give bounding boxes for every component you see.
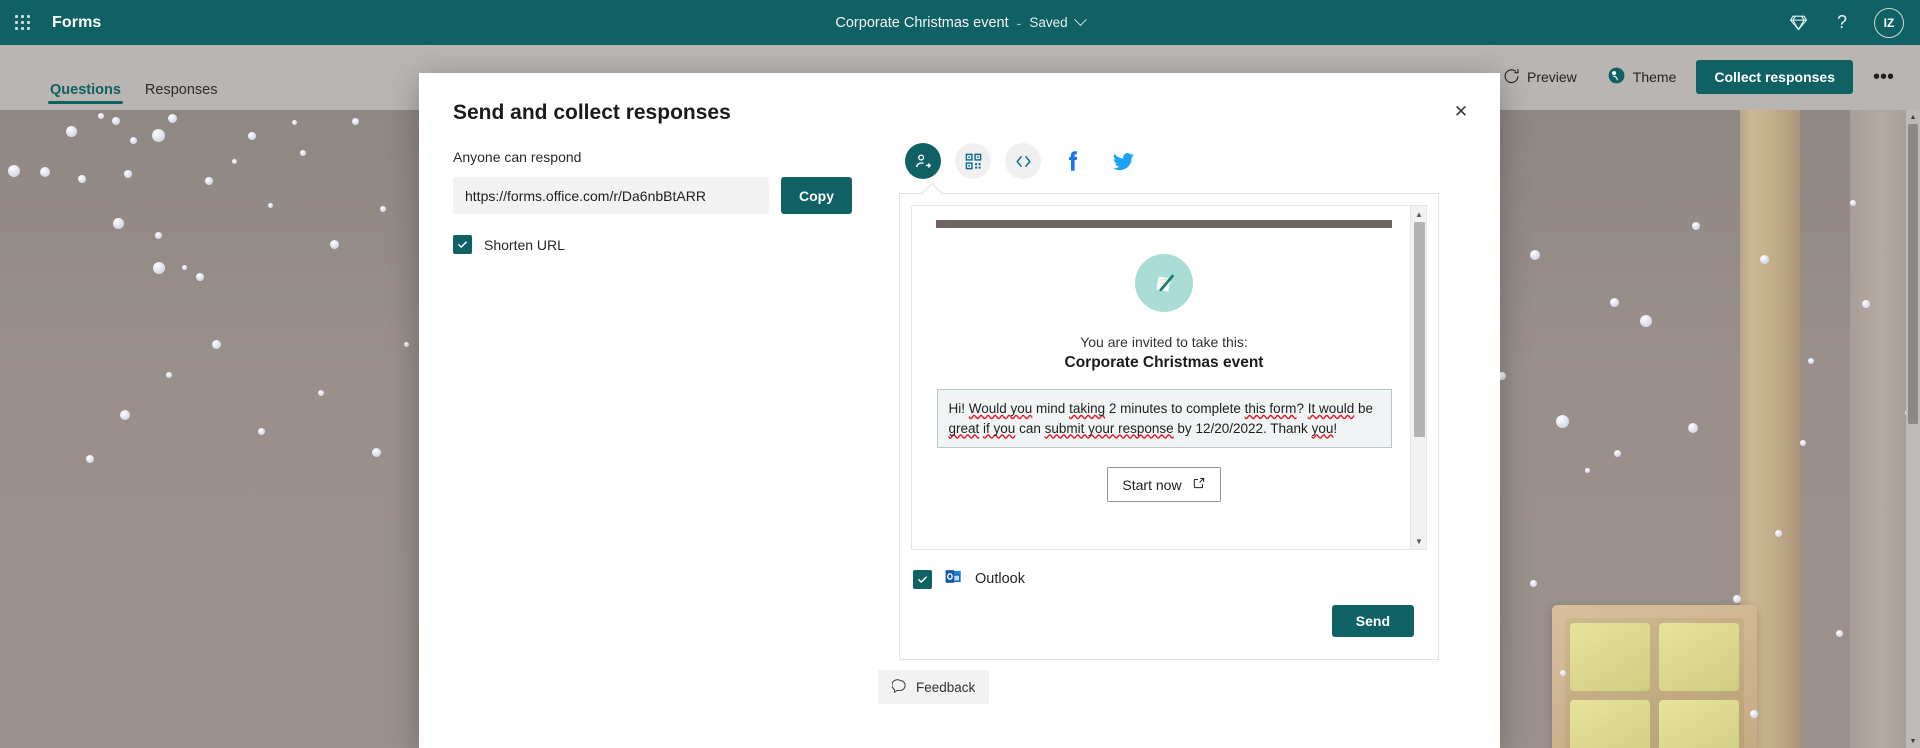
form-title-group: Corporate Christmas event - Saved: [0, 0, 1920, 45]
app-launcher-icon[interactable]: [0, 0, 44, 45]
shorten-url-row[interactable]: Shorten URL: [453, 235, 893, 254]
link-sharing-section: Anyone can respond Copy Shorten URL: [453, 143, 893, 660]
preview-form-title: Corporate Christmas event: [1064, 354, 1264, 371]
msg-seg: ?: [1296, 401, 1304, 416]
collect-responses-button[interactable]: Collect responses: [1696, 59, 1853, 94]
twitter-icon[interactable]: [1105, 143, 1141, 179]
start-now-wrap: Start now: [936, 467, 1392, 503]
app-name[interactable]: Forms: [52, 14, 101, 32]
msg-seg: !: [1333, 420, 1338, 436]
msg-seg: be: [1354, 401, 1374, 416]
invite-message-textarea[interactable]: Hi! Would you mind taking 2 minutes to c…: [936, 389, 1392, 449]
msg-seg: 2 minutes to complete: [1105, 401, 1245, 416]
preview-label: Preview: [1527, 68, 1577, 85]
shorten-url-checkbox[interactable]: [453, 235, 472, 254]
send-row: Send: [900, 591, 1438, 659]
send-collect-dialog: Send and collect responses ✕ Anyone can …: [419, 73, 1500, 748]
invite-people-icon[interactable]: [905, 143, 941, 179]
open-in-new-icon: [1192, 476, 1206, 493]
page-scroll-thumb[interactable]: [1908, 124, 1918, 424]
copy-button[interactable]: Copy: [781, 177, 852, 214]
preview-icon: [1503, 67, 1520, 87]
top-app-bar: Forms Corporate Christmas event - Saved …: [0, 0, 1920, 45]
outlook-checkbox[interactable]: [913, 569, 932, 589]
chevron-down-icon[interactable]: [1073, 13, 1087, 27]
msg-seg: 12/20/2022. Thank: [1195, 420, 1312, 436]
feedback-label: Feedback: [916, 679, 976, 695]
start-now-label: Start now: [1122, 476, 1182, 493]
background-window: [1552, 605, 1757, 748]
start-now-button[interactable]: Start now: [1107, 467, 1221, 503]
invite-people-panel: You are invited to take this: Corporate …: [899, 193, 1439, 660]
preview-button[interactable]: Preview: [1493, 61, 1587, 93]
dialog-body: Anyone can respond Copy Shorten URL: [419, 125, 1500, 660]
help-icon[interactable]: ?: [1822, 0, 1862, 45]
msg-seg: if you: [983, 420, 1016, 436]
theme-button[interactable]: Theme: [1597, 60, 1687, 94]
msg-seg: you: [1311, 420, 1334, 436]
page-scrollbar[interactable]: ▲ ▼: [1906, 110, 1920, 748]
tab-questions[interactable]: Questions: [48, 82, 123, 111]
permission-label: Anyone can respond: [453, 149, 582, 165]
tab-responses[interactable]: Responses: [145, 82, 218, 111]
msg-seg: mind: [1032, 401, 1070, 416]
preview-scroll-thumb[interactable]: [1414, 222, 1425, 437]
comment-icon: [891, 678, 907, 696]
msg-seg: great: [948, 420, 980, 436]
preview-invite-text: You are invited to take this:: [1080, 334, 1248, 350]
msg-seg: Hi!: [948, 401, 969, 416]
dialog-title: Send and collect responses: [453, 101, 731, 124]
email-preview-content: You are invited to take this: Corporate …: [912, 206, 1426, 503]
facebook-icon[interactable]: [1055, 143, 1091, 179]
msg-seg: taking: [1069, 401, 1106, 416]
tab-list: Questions Responses: [0, 45, 217, 110]
preview-scroll-down-icon[interactable]: ▼: [1411, 533, 1426, 549]
outlook-icon: [944, 567, 963, 591]
outlook-row[interactable]: Outlook: [900, 550, 1438, 591]
scroll-up-icon[interactable]: ▲: [1906, 110, 1920, 124]
email-preview-pane: You are invited to take this: Corporate …: [911, 205, 1427, 550]
send-button[interactable]: Send: [1331, 605, 1414, 637]
top-bar-actions: ? IZ: [1778, 0, 1920, 45]
msg-seg: Would you: [968, 401, 1033, 416]
title-separator: -: [1016, 14, 1022, 31]
msg-seg: can: [1015, 420, 1045, 436]
preview-header-bar: [936, 220, 1392, 228]
close-icon[interactable]: ✕: [1444, 95, 1478, 129]
embed-code-icon[interactable]: [1005, 143, 1041, 179]
save-status: Saved: [1029, 15, 1068, 30]
forms-app: Forms Corporate Christmas event - Saved …: [0, 0, 1920, 748]
avatar[interactable]: IZ: [1874, 7, 1904, 38]
outlook-label: Outlook: [975, 571, 1025, 587]
share-method-list: [899, 143, 1439, 179]
shorten-url-label: Shorten URL: [484, 236, 565, 253]
share-method-section: You are invited to take this: Corporate …: [899, 143, 1439, 660]
link-row: Copy: [453, 177, 893, 214]
qr-code-icon[interactable]: [955, 143, 991, 179]
more-options-icon[interactable]: •••: [1863, 67, 1904, 87]
msg-seg: submit your response: [1044, 420, 1174, 436]
dialog-header: Send and collect responses ✕: [419, 73, 1500, 125]
msg-seg: It would: [1307, 401, 1355, 416]
feedback-button[interactable]: Feedback: [878, 670, 990, 704]
msg-seg: by: [1173, 420, 1192, 436]
diamond-icon[interactable]: [1778, 0, 1818, 45]
msg-seg: this form: [1244, 401, 1297, 416]
preview-scrollbar[interactable]: ▲ ▼: [1410, 206, 1426, 549]
preview-scroll-up-icon[interactable]: ▲: [1411, 206, 1426, 222]
theme-label: Theme: [1632, 68, 1677, 85]
form-title[interactable]: Corporate Christmas event: [835, 15, 1008, 31]
scroll-down-icon[interactable]: ▼: [1906, 734, 1920, 748]
toolbar-actions: Preview Theme Collect responses •••: [1493, 59, 1920, 96]
form-link-input[interactable]: [453, 177, 769, 214]
theme-icon: [1607, 66, 1626, 88]
form-emblem-icon: [1135, 254, 1193, 312]
